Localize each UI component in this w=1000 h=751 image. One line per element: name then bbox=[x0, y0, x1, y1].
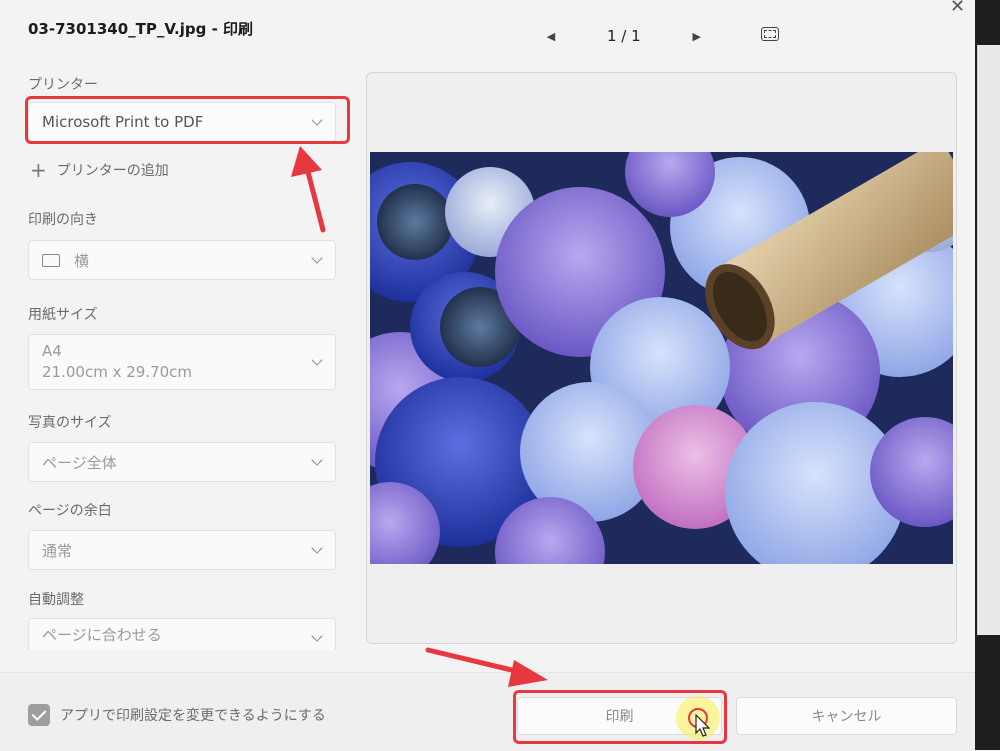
annotation-arrow-up-icon bbox=[291, 146, 326, 233]
annotation-arrow-right-icon bbox=[425, 647, 548, 687]
annotation-arrows bbox=[291, 146, 548, 687]
